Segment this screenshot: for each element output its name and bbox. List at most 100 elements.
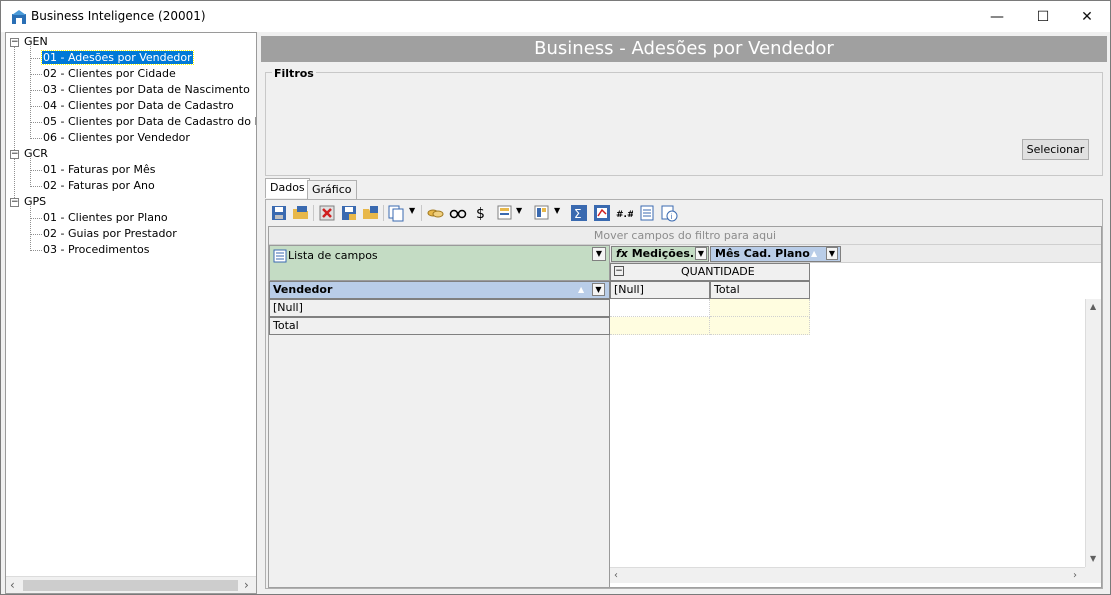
tree-group-gps[interactable]: GPS	[24, 194, 46, 210]
gps-expander[interactable]: −	[10, 198, 19, 207]
tree-group-gcr[interactable]: GCR	[24, 146, 48, 162]
filter-drop-area[interactable]: Mover campos do filtro para aqui	[269, 227, 1101, 245]
tree-item-clientes-cadastro[interactable]: 04 - Clientes por Data de Cadastro	[43, 98, 234, 114]
report-pane: Business - Adesões por Vendedor Filtros …	[259, 32, 1109, 594]
measure-field-chip[interactable]: fx Medições... ▼	[611, 246, 709, 262]
tree-connector	[30, 46, 31, 139]
measure-header: − QUANTIDADE	[610, 263, 810, 281]
gcr-expander[interactable]: −	[10, 150, 19, 159]
scroll-up-icon[interactable]: ▲	[1090, 302, 1096, 311]
scroll-right-icon[interactable]: ›	[244, 578, 249, 592]
app-window: Business Inteligence (20001) — ☐ ✕ − GEN…	[0, 0, 1111, 595]
pivot-grid: Mover campos do filtro para aqui Lista d…	[268, 226, 1102, 588]
filters-label: Filtros	[272, 67, 316, 80]
report-title: Business - Adesões por Vendedor	[261, 36, 1107, 62]
filter-dropdown-icon[interactable]: ▼	[516, 206, 522, 215]
column-field-chip[interactable]: Mês Cad. Plano ▲ ▼	[710, 246, 841, 262]
tree-item-faturas-mes[interactable]: 01 - Faturas por Mês	[43, 162, 156, 178]
filters-group: Filtros Selecionar	[265, 67, 1103, 176]
maximize-button[interactable]: ☐	[1020, 1, 1066, 32]
field-list-dropdown-icon[interactable]: ▼	[592, 247, 606, 261]
tab-grafico[interactable]: Gráfico	[307, 180, 357, 199]
sort-asc-icon[interactable]: ▲	[811, 247, 817, 261]
scroll-left-icon[interactable]: ‹	[10, 578, 15, 592]
scroll-left-icon[interactable]: ‹	[614, 570, 618, 581]
field-list-header[interactable]: Lista de campos ▼	[269, 245, 610, 281]
filter-icon[interactable]	[496, 204, 514, 222]
grid-vertical-scrollbar[interactable]: ▲ ▼	[1085, 299, 1101, 567]
selecionar-button[interactable]: Selecionar	[1022, 139, 1089, 160]
row-area: Vendedor ▲ ▼ [Null] Total	[269, 281, 610, 587]
folder-icon[interactable]	[362, 204, 380, 222]
tree-item-faturas-ano[interactable]: 02 - Faturas por Ano	[43, 178, 155, 194]
binoculars-icon[interactable]	[449, 204, 467, 222]
currency-icon[interactable]: $	[472, 204, 490, 222]
data-cell	[710, 299, 810, 317]
fx-icon: fx	[616, 247, 628, 260]
save-icon[interactable]	[270, 204, 288, 222]
measure-dropdown-icon[interactable]: ▼	[695, 247, 707, 260]
row-field-dropdown-icon[interactable]: ▼	[592, 283, 605, 296]
svg-text:$: $	[476, 206, 485, 222]
open-icon[interactable]	[292, 204, 310, 222]
minimize-button[interactable]: —	[974, 1, 1020, 32]
tree-horizontal-scrollbar[interactable]: ‹ ›	[6, 576, 256, 593]
column-header-null: [Null]	[610, 281, 710, 299]
tree-connector	[30, 206, 31, 251]
row-header-total: Total	[269, 317, 610, 335]
svg-text:i: i	[671, 213, 673, 221]
title-bar: Business Inteligence (20001) — ☐ ✕	[1, 1, 1110, 32]
column-field-label: Mês Cad. Plano	[715, 247, 810, 260]
tree-item-clientes-vendedor[interactable]: 06 - Clientes por Vendedor	[43, 130, 190, 146]
report-tree: − GEN 01 - Adesões por Vendedor 02 - Cli…	[5, 32, 257, 594]
copy-dropdown-icon[interactable]: ▼	[409, 206, 415, 215]
tree-item-guias-prestador[interactable]: 02 - Guias por Prestador	[43, 226, 177, 242]
grid-horizontal-scrollbar[interactable]: ‹ ›	[610, 567, 1085, 583]
data-cell	[710, 317, 810, 335]
field-list-icon	[273, 249, 287, 263]
delete-icon[interactable]	[318, 204, 336, 222]
svg-text:Σ: Σ	[574, 207, 582, 221]
layout-icon[interactable]	[533, 204, 551, 222]
copy-icon[interactable]	[387, 204, 405, 222]
scroll-thumb[interactable]	[23, 580, 238, 591]
save-as-icon[interactable]	[340, 204, 358, 222]
tab-dados[interactable]: Dados	[265, 178, 310, 198]
column-dropdown-icon[interactable]: ▼	[826, 247, 838, 260]
list-icon[interactable]	[638, 204, 656, 222]
window-title: Business Inteligence (20001)	[31, 9, 206, 23]
layout-dropdown-icon[interactable]: ▼	[554, 206, 560, 215]
close-button[interactable]: ✕	[1064, 1, 1110, 32]
collapse-icon[interactable]: −	[614, 266, 624, 276]
column-field-area: fx Medições... ▼ Mês Cad. Plano ▲ ▼	[610, 245, 1101, 263]
tree-item-clientes-plano[interactable]: 01 - Clientes por Plano	[43, 210, 168, 226]
tree-connector	[14, 46, 15, 206]
gen-expander[interactable]: −	[10, 38, 19, 47]
data-area	[610, 299, 1101, 587]
info-icon[interactable]: i	[660, 204, 678, 222]
tree-item-clientes-cidade[interactable]: 02 - Clientes por Cidade	[43, 66, 176, 82]
measure-field-label: Medições...	[631, 247, 703, 260]
measure-header-label: QUANTIDADE	[681, 265, 755, 278]
tree-item-clientes-cadastro-plano[interactable]: 05 - Clientes por Data de Cadastro do Pl…	[43, 114, 256, 130]
tree-connector	[30, 158, 31, 187]
data-cell	[610, 299, 710, 317]
dados-panel: ▼ $ ▼ ▼ Σ #.# i Mover campos do filtro p…	[265, 199, 1103, 589]
tree-item-procedimentos[interactable]: 03 - Procedimentos	[43, 242, 150, 258]
row-header-null: [Null]	[269, 299, 610, 317]
column-header-total: Total	[710, 281, 810, 299]
field-list-label: Lista de campos	[288, 249, 378, 262]
row-field-header[interactable]: Vendedor ▲ ▼	[269, 281, 610, 299]
tree-item-adesoes-vendedor[interactable]: 01 - Adesões por Vendedor	[41, 50, 194, 66]
scroll-right-icon[interactable]: ›	[1073, 570, 1077, 581]
tree-group-gen[interactable]: GEN	[24, 34, 48, 50]
sort-asc-icon[interactable]: ▲	[578, 282, 584, 298]
chart-icon[interactable]	[593, 204, 611, 222]
link-icon[interactable]	[426, 204, 444, 222]
scroll-down-icon[interactable]: ▼	[1090, 554, 1096, 563]
sum-icon[interactable]: Σ	[570, 204, 588, 222]
app-logo-icon	[12, 10, 26, 24]
number-format-icon[interactable]: #.#	[615, 204, 633, 222]
svg-text:#.#: #.#	[616, 210, 633, 220]
tree-item-clientes-nascimento[interactable]: 03 - Clientes por Data de Nascimento	[43, 82, 250, 98]
